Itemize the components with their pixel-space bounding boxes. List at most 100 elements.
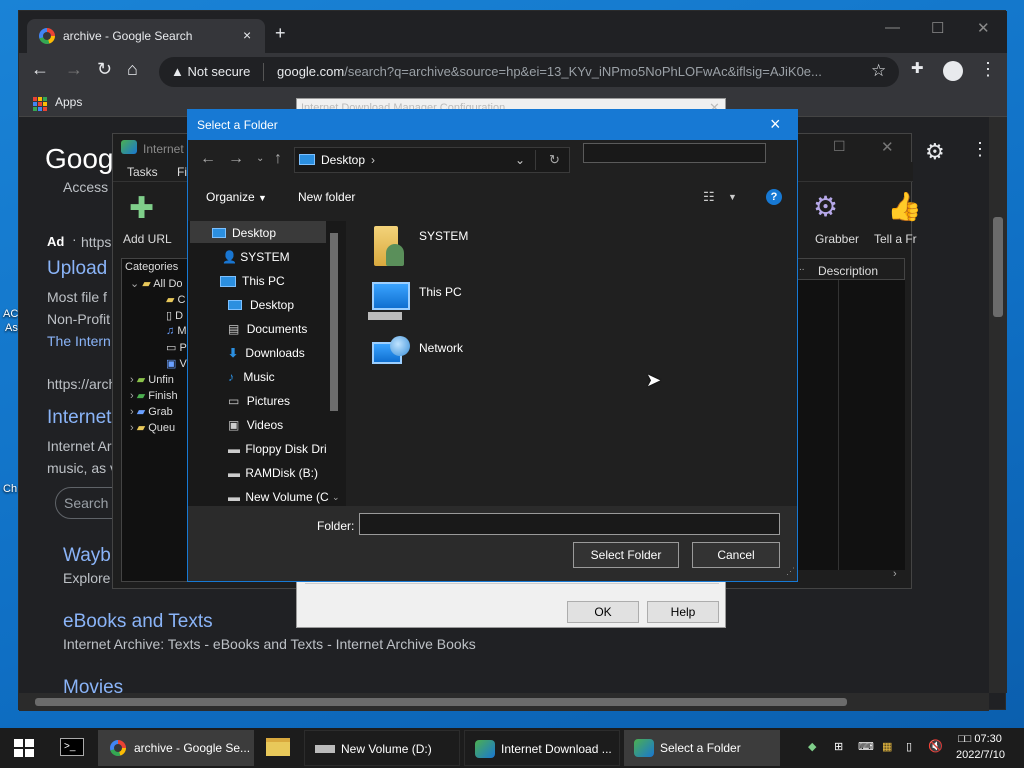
scroll-thumb[interactable] (330, 233, 338, 411)
category-compressed[interactable]: ▰ C (166, 293, 185, 306)
nav-item-pictures[interactable]: ▭ Pictures (228, 394, 290, 408)
help-button[interactable]: Help (647, 601, 719, 623)
forward-icon[interactable]: → (65, 59, 83, 80)
apps-bookmark[interactable]: Apps (55, 95, 82, 109)
nav-item-documents[interactable]: ▤ Documents (228, 322, 307, 336)
minimize-icon[interactable]: — (885, 19, 900, 36)
google-apps-icon[interactable]: ⋮⋮ (971, 139, 989, 160)
category-programs[interactable]: ▭ P (166, 341, 187, 354)
file-explorer-icon[interactable] (266, 738, 290, 756)
folder-input[interactable] (359, 513, 780, 535)
folder-item-network[interactable]: Network (419, 341, 463, 355)
taskbar-item-select-folder[interactable]: Select a Folder (624, 730, 780, 766)
column-description[interactable]: Description (797, 258, 905, 280)
view-options-icon[interactable]: ☷ (703, 189, 715, 205)
chevron-right-icon[interactable]: › (371, 153, 375, 167)
nav-item-desktop[interactable]: Desktop (212, 226, 276, 240)
snippet-link[interactable]: The Intern (47, 333, 111, 349)
home-icon[interactable]: ⌂ (127, 59, 138, 80)
scroll-thumb[interactable] (35, 698, 847, 706)
resize-grip-icon[interactable]: ⋰ (786, 566, 795, 577)
nav-item-videos[interactable]: ▣ Videos (228, 418, 283, 432)
recent-locations-icon[interactable]: ⌄ (256, 153, 264, 164)
menu-file[interactable]: Fi (177, 165, 187, 179)
category-finished[interactable]: › ▰ Finish (130, 389, 178, 402)
help-icon[interactable]: ? (766, 189, 782, 205)
scroll-down-icon[interactable]: ⌄ (332, 492, 340, 503)
category-video[interactable]: ▣ V (166, 357, 187, 370)
taskbar-item-idm[interactable]: Internet Download ... (464, 730, 620, 766)
result-link-ebooks[interactable]: eBooks and Texts (63, 611, 213, 633)
settings-gear-icon[interactable]: ⚙ (925, 139, 945, 165)
select-folder-button[interactable]: Select Folder (573, 542, 679, 568)
category-documents[interactable]: ▯ D (166, 309, 183, 322)
google-logo[interactable]: Googl (45, 143, 120, 175)
back-icon[interactable]: ← (200, 150, 216, 168)
result-link-upload[interactable]: Upload (47, 258, 107, 280)
reload-icon[interactable]: ↻ (97, 59, 112, 80)
downloads-list[interactable] (797, 280, 905, 570)
terminal-icon[interactable]: >_ (60, 738, 84, 756)
ok-button[interactable]: OK (567, 601, 639, 623)
result-link-internet[interactable]: Internet (47, 407, 111, 429)
close-window-icon[interactable]: ✕ (977, 19, 990, 37)
ad-url[interactable]: https: (81, 234, 115, 250)
nav-item-system-user[interactable]: 👤 SYSTEM (222, 250, 290, 264)
clock-date[interactable]: 2022/7/10 (956, 749, 1005, 761)
address-breadcrumb[interactable]: Desktop › ⌄ ↻ (294, 147, 570, 173)
chevron-down-icon[interactable]: ⌄ (515, 153, 525, 167)
scroll-right-icon[interactable]: › (893, 568, 897, 580)
extensions-icon[interactable]: ✚ (911, 59, 924, 77)
nav-scrollbar[interactable] (328, 221, 342, 506)
color-tray-icon[interactable]: ▦ (882, 740, 892, 753)
nav-item-this-pc[interactable]: This PC (220, 274, 285, 288)
bookmark-star-icon[interactable]: ☆ (871, 61, 886, 81)
maximize-icon[interactable]: ☐ (833, 138, 846, 155)
view-dropdown-icon[interactable]: ▼ (728, 192, 737, 202)
category-unfinished[interactable]: › ▰ Unfin (130, 373, 174, 386)
clock-time[interactable]: □□ 07:30 (958, 733, 1002, 745)
tell-a-friend-button[interactable]: Tell a Fr (874, 232, 917, 246)
category-all[interactable]: ⌄ ▰ All Do (130, 277, 183, 290)
result-url[interactable]: https://arch (47, 376, 116, 392)
result-link-wayback[interactable]: Wayb (63, 545, 111, 567)
category-queues[interactable]: › ▰ Queu (130, 421, 175, 434)
new-folder-button[interactable]: New folder (298, 190, 355, 204)
nav-item-desktop-pc[interactable]: Desktop (228, 298, 294, 312)
close-icon[interactable]: × (770, 114, 781, 135)
usb-icon[interactable]: ▯ (906, 740, 912, 753)
maximize-icon[interactable]: ☐ (931, 19, 944, 37)
taskbar-item-chrome[interactable]: archive - Google Se... (98, 730, 254, 766)
tab-archive[interactable]: archive - Google Search × (27, 19, 265, 53)
close-tab-icon[interactable]: × (243, 27, 251, 43)
start-windows-icon[interactable] (14, 739, 34, 757)
close-icon[interactable]: ✕ (881, 138, 894, 156)
up-icon[interactable]: ↑ (274, 150, 282, 168)
volume-muted-icon[interactable]: 🔇 (928, 739, 943, 753)
nav-item-downloads[interactable]: ⬇ Downloads (228, 346, 305, 360)
nav-item-new-volume[interactable]: ▬ New Volume (C (228, 490, 329, 504)
add-url-button[interactable]: Add URL (123, 232, 172, 246)
nav-item-ramdisk[interactable]: ▬ RAMDisk (B:) (228, 466, 318, 480)
menu-tasks[interactable]: Tasks (127, 165, 158, 179)
folder-item-this-pc[interactable]: This PC (419, 285, 462, 299)
refresh-icon[interactable]: ↻ (549, 152, 560, 168)
vertical-scrollbar[interactable] (989, 117, 1007, 693)
horizontal-scrollbar[interactable] (19, 693, 989, 711)
not-secure-indicator[interactable]: ▲ Not secure (171, 64, 250, 79)
category-music[interactable]: ♫ M (166, 325, 186, 337)
nav-item-music[interactable]: ♪ Music (228, 370, 275, 384)
folder-item-system[interactable]: SYSTEM (419, 229, 468, 243)
forward-icon[interactable]: → (228, 150, 244, 168)
organize-menu[interactable]: Organize ▼ (206, 190, 267, 204)
profile-avatar[interactable] (943, 61, 963, 81)
search-box[interactable] (583, 143, 766, 163)
breadcrumb-desktop[interactable]: Desktop (321, 153, 365, 167)
new-tab-button[interactable]: + (275, 23, 286, 44)
category-grabber[interactable]: › ▰ Grab (130, 405, 173, 418)
scroll-thumb[interactable] (993, 217, 1003, 317)
network-settings-icon[interactable]: ⊞ (834, 740, 843, 753)
back-icon[interactable]: ← (31, 59, 49, 80)
nav-item-floppy[interactable]: ▬ Floppy Disk Dri (228, 442, 327, 456)
taskbar-item-new-volume[interactable]: New Volume (D:) (304, 730, 460, 766)
